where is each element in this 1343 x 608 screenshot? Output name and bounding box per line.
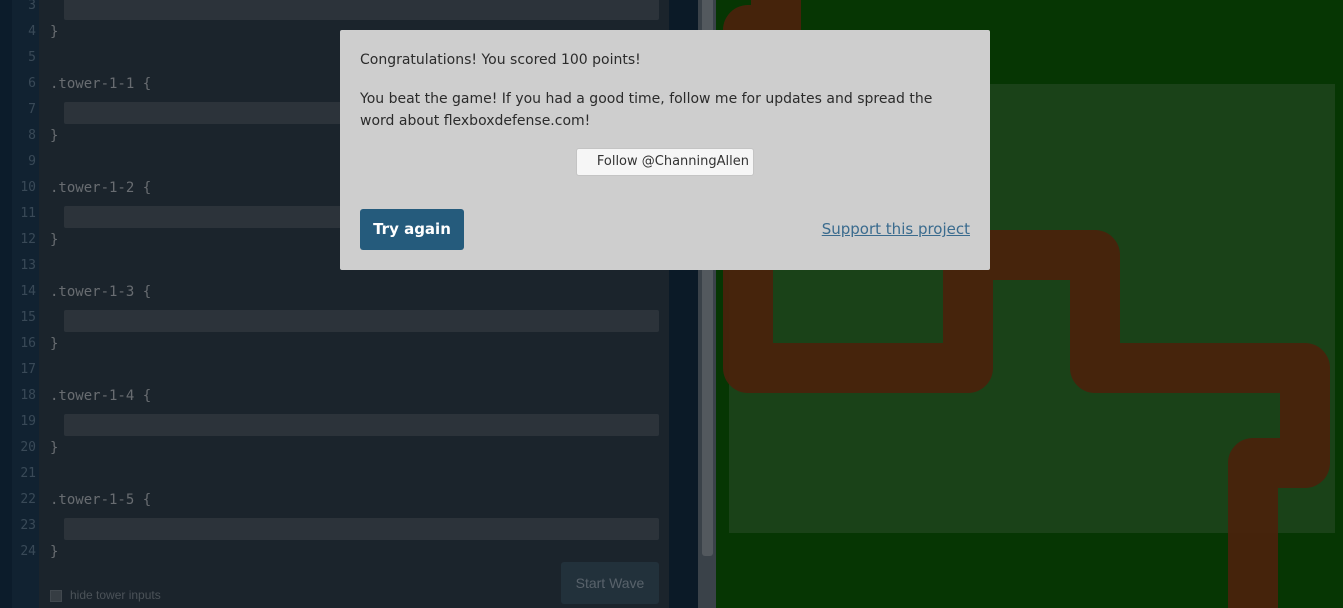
game-over-modal: Congratulations! You scored 100 points! … [340, 30, 990, 270]
try-again-button[interactable]: Try again [360, 209, 464, 250]
follow-twitter-label: Follow @ChanningAllen [596, 154, 749, 169]
follow-twitter-button[interactable]: Follow @ChanningAllen [576, 148, 754, 176]
score-message: Congratulations! You scored 100 points! [360, 52, 641, 68]
support-project-link[interactable]: Support this project [822, 220, 970, 238]
beat-game-message: You beat the game! If you had a good tim… [360, 91, 933, 129]
